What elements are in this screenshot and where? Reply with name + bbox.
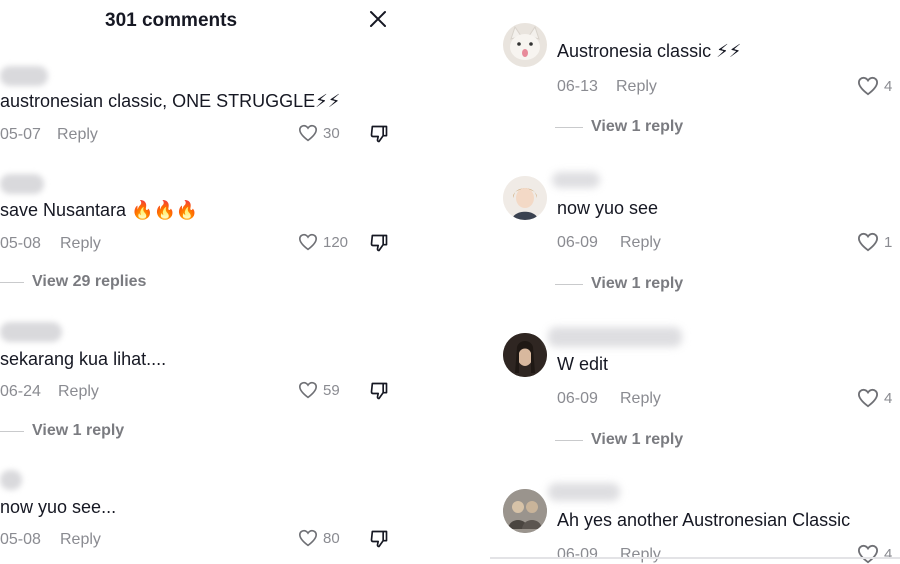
comment-text: now yuo see [557, 198, 659, 218]
username-blur [552, 172, 600, 188]
reply-button[interactable]: Reply [57, 126, 98, 144]
view-replies-label: View 1 reply [591, 431, 684, 448]
heart-icon [857, 76, 879, 96]
comments-panel-right: Austronesia classic ⚡⚡ 06-13 Reply 4 Vie… [490, 0, 900, 564]
dark-hair-avatar-icon [503, 333, 547, 377]
like-count: 4 [884, 389, 893, 407]
reply-button[interactable]: Reply [620, 546, 661, 564]
comment-date: 06-24 [0, 383, 41, 400]
heart-icon [857, 232, 879, 252]
like-count: 1 [884, 233, 893, 251]
comment-date: 05-08 [0, 235, 41, 252]
divider [0, 281, 24, 283]
view-replies-button[interactable]: View 29 replies [0, 273, 146, 291]
divider [555, 439, 583, 441]
reply-button[interactable]: Reply [620, 390, 661, 408]
comments-panel-left: 301 comments austronesian classic, ONE S… [0, 0, 400, 564]
avatar[interactable] [503, 23, 547, 67]
username-blur [548, 483, 620, 501]
dislike-icon[interactable] [369, 381, 389, 401]
reply-button[interactable]: Reply [616, 78, 657, 96]
heart-icon [298, 381, 318, 399]
comment-date: 06-13 [557, 78, 598, 95]
like-button[interactable]: 4 [857, 76, 892, 96]
dislike-icon[interactable] [369, 233, 389, 253]
cat-avatar-icon [503, 23, 547, 67]
anime-avatar-icon [503, 176, 547, 220]
like-button[interactable]: 1 [857, 232, 892, 252]
dislike-icon[interactable] [369, 529, 389, 549]
screenshot-gap [400, 0, 490, 564]
heart-icon [298, 124, 318, 142]
group-avatar-icon [503, 489, 547, 533]
heart-icon [298, 529, 318, 547]
reply-button[interactable]: Reply [620, 234, 661, 252]
like-button[interactable]: 59 [298, 381, 340, 399]
like-button[interactable]: 80 [298, 529, 340, 547]
comment-date: 06-09 [557, 234, 598, 251]
like-button[interactable]: 30 [298, 124, 340, 142]
username-blur [548, 327, 682, 347]
comment-text: sekarang kua lihat.... [0, 349, 167, 369]
view-replies-label: View 1 reply [591, 275, 684, 292]
comment-text: Ah yes another Austronesian Classic [557, 510, 851, 530]
like-count: 80 [323, 529, 340, 547]
comment-date: 05-07 [0, 126, 41, 143]
divider [555, 126, 583, 128]
divider [0, 430, 24, 432]
heart-icon [857, 544, 879, 564]
view-replies-label: View 1 reply [591, 118, 684, 135]
view-replies-button[interactable]: View 1 reply [555, 275, 683, 293]
like-button[interactable]: 4 [857, 544, 892, 564]
close-icon[interactable] [368, 9, 388, 29]
comment-date: 06-09 [557, 546, 598, 563]
heart-icon [857, 388, 879, 408]
like-count: 4 [884, 545, 893, 563]
username-blur [0, 322, 62, 342]
divider [555, 283, 583, 285]
like-count: 59 [323, 381, 340, 399]
like-count: 120 [323, 233, 349, 251]
comment-text: now yuo see... [0, 497, 117, 517]
heart-icon [298, 233, 318, 251]
comment-text: austronesian classic, ONE STRUGGLE⚡⚡ [0, 91, 341, 111]
avatar[interactable] [503, 333, 547, 377]
comment-date: 05-08 [0, 531, 41, 548]
comment-text: save Nusantara 🔥🔥🔥 [0, 200, 199, 220]
like-button[interactable]: 4 [857, 388, 892, 408]
like-count: 4 [884, 77, 893, 95]
comments-title: 301 comments [105, 10, 238, 31]
dislike-icon[interactable] [369, 124, 389, 144]
like-count: 30 [323, 124, 340, 142]
view-replies-label: View 1 reply [32, 422, 125, 439]
reply-button[interactable]: Reply [60, 531, 101, 549]
view-replies-label: View 29 replies [32, 273, 147, 290]
view-replies-button[interactable]: View 1 reply [555, 431, 683, 449]
username-blur [0, 174, 44, 194]
view-replies-button[interactable]: View 1 reply [0, 422, 124, 440]
avatar[interactable] [503, 176, 547, 220]
username-blur [0, 470, 22, 490]
panel-bottom-border [490, 557, 900, 559]
reply-button[interactable]: Reply [58, 383, 99, 401]
avatar[interactable] [503, 489, 547, 533]
comment-date: 06-09 [557, 390, 598, 407]
username-blur [0, 66, 48, 86]
comment-text: W edit [557, 354, 609, 374]
comment-text: Austronesia classic ⚡⚡ [557, 41, 742, 61]
reply-button[interactable]: Reply [60, 235, 101, 253]
like-button[interactable]: 120 [298, 233, 348, 251]
view-replies-button[interactable]: View 1 reply [555, 118, 683, 136]
